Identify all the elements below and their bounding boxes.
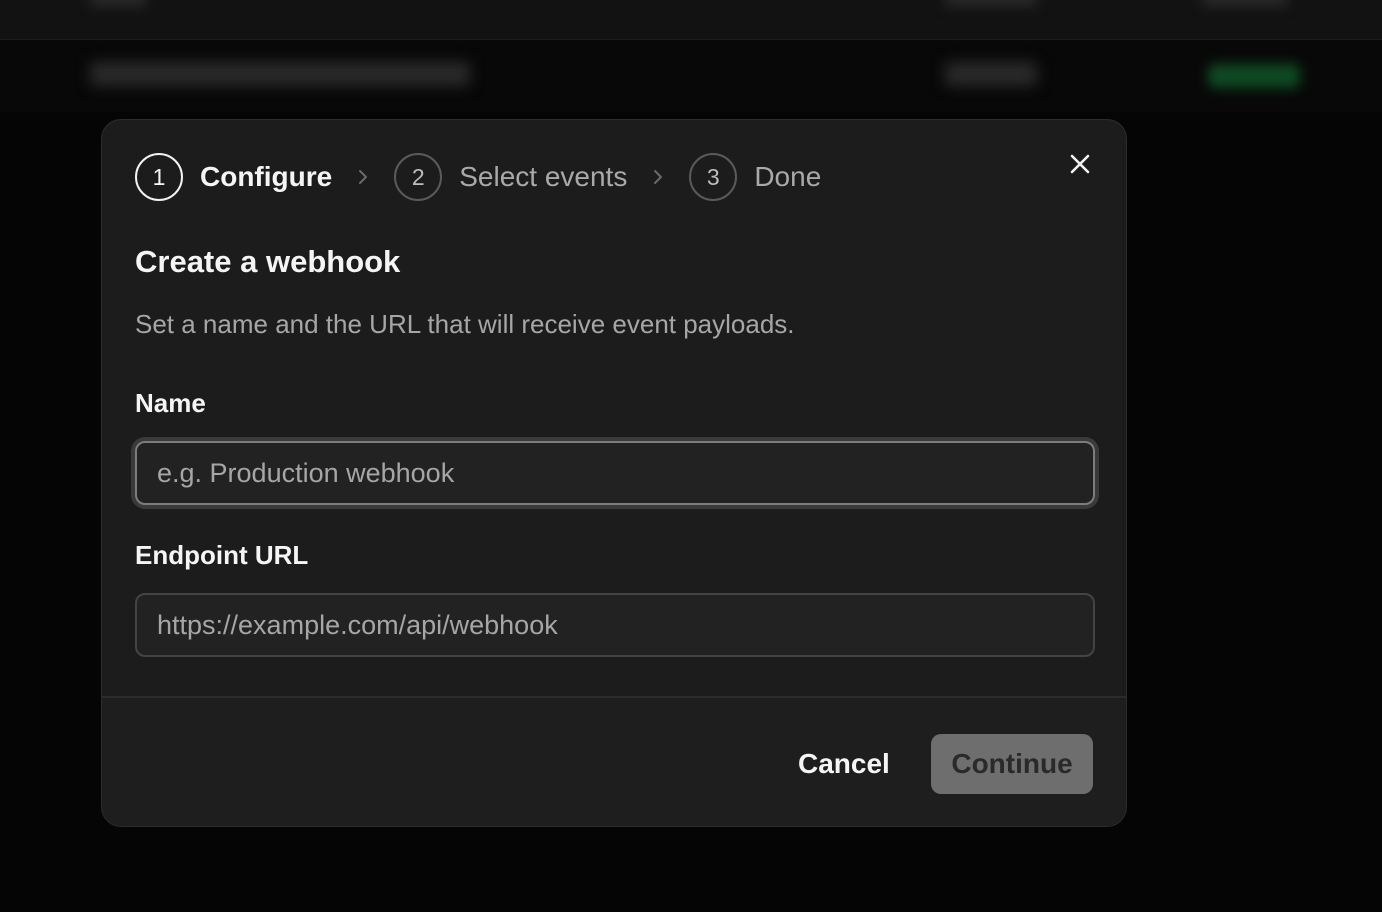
cancel-button[interactable]: Cancel bbox=[782, 734, 906, 794]
background-status-badge bbox=[1208, 64, 1300, 88]
dialog-title: Create a webhook bbox=[135, 244, 401, 279]
step-number: 1 bbox=[135, 153, 183, 201]
background-blurred-text bbox=[945, 0, 1037, 6]
background-blurred-text bbox=[90, 0, 146, 6]
background-blurred-url bbox=[90, 62, 470, 86]
dialog-description: Set a name and the URL that will receive… bbox=[135, 309, 795, 339]
endpoint-url-input[interactable] bbox=[135, 593, 1095, 657]
endpoint-url-label: Endpoint URL bbox=[135, 540, 309, 570]
background-table-header bbox=[0, 0, 1382, 40]
step-configure: 1 Configure bbox=[135, 153, 332, 201]
step-select-events: 2 Select events bbox=[394, 153, 627, 201]
step-number: 3 bbox=[689, 153, 738, 201]
continue-button[interactable]: Continue bbox=[931, 734, 1093, 794]
name-label: Name bbox=[135, 388, 206, 418]
step-number: 2 bbox=[394, 153, 443, 201]
name-input[interactable] bbox=[135, 441, 1095, 505]
stepper: 1 Configure 2 Select events 3 Done bbox=[135, 153, 821, 201]
close-icon bbox=[1070, 154, 1090, 174]
close-button[interactable] bbox=[1064, 148, 1096, 180]
dialog-footer: Cancel Continue bbox=[102, 696, 1126, 826]
chevron-right-icon bbox=[356, 167, 370, 187]
background-blurred-text bbox=[945, 62, 1037, 86]
step-done: 3 Done bbox=[689, 153, 821, 201]
step-label: Done bbox=[754, 161, 822, 192]
step-label: Configure bbox=[200, 161, 333, 192]
create-webhook-dialog: 1 Configure 2 Select events 3 Done Creat… bbox=[101, 119, 1127, 827]
chevron-right-icon bbox=[651, 167, 665, 187]
step-label: Select events bbox=[459, 161, 628, 192]
background-blurred-text bbox=[1202, 0, 1288, 6]
